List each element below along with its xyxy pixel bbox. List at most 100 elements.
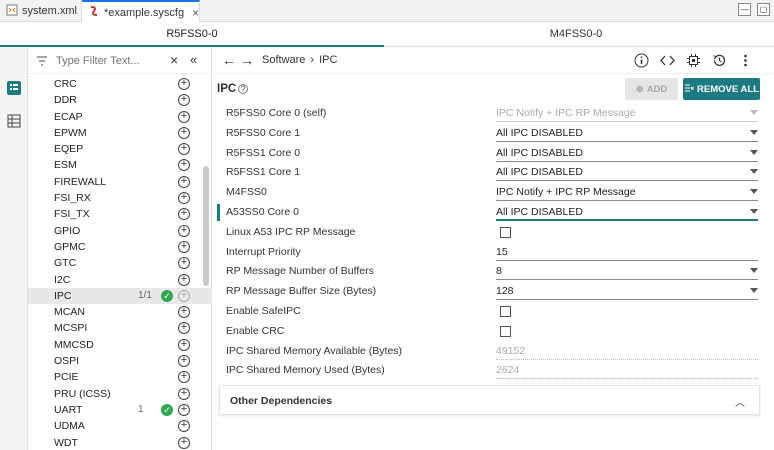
add-module-icon[interactable]: + [178, 78, 190, 90]
config-select[interactable]: 8 [496, 264, 758, 281]
add-module-icon[interactable]: + [178, 159, 190, 172]
module-list-scrollbar[interactable] [202, 76, 210, 448]
add-module-icon[interactable]: + [178, 355, 190, 368]
add-module-icon[interactable]: + [178, 143, 190, 156]
add-module-icon[interactable]: + [178, 208, 190, 221]
module-item[interactable]: EPWM + [28, 125, 212, 141]
module-item[interactable]: MMCSD + [28, 337, 212, 353]
config-row: R5FSS0 Core 1 All IPC DISABLED [212, 124, 774, 144]
context-tab-r5fss0-0[interactable]: R5FSS0-0 [0, 22, 384, 47]
context-tab-m4fss0-0[interactable]: M4FSS0-0 [384, 22, 768, 47]
module-item[interactable]: CRC + [28, 76, 212, 92]
module-item[interactable]: FSI_RX + [28, 190, 212, 206]
minimize-icon[interactable]: — [738, 3, 751, 16]
add-module-icon[interactable]: + [178, 192, 190, 205]
maximize-icon[interactable]: ▢ [757, 3, 770, 16]
chevron-up-icon[interactable]: ︿ [735, 394, 745, 409]
config-select[interactable]: IPC Notify + IPC RP Message [496, 185, 758, 202]
module-item[interactable]: ESM + [28, 157, 212, 173]
remove-all-button[interactable]: REMOVE ALL [683, 78, 760, 100]
add-module-icon[interactable]: + [178, 387, 190, 400]
table-view-icon[interactable] [6, 113, 22, 129]
activity-bar [0, 48, 28, 450]
code-view-icon[interactable] [659, 52, 676, 69]
back-arrow-icon[interactable]: ← [222, 52, 236, 68]
config-select[interactable]: All IPC DISABLED [496, 126, 758, 142]
module-name: EPWM [54, 126, 87, 139]
add-module-icon[interactable]: + [178, 273, 190, 286]
config-select[interactable]: All IPC DISABLED [496, 165, 758, 182]
select-value: 8 [496, 265, 502, 278]
config-checkbox[interactable] [500, 325, 511, 337]
add-module-icon[interactable]: + [178, 110, 190, 123]
add-module-icon[interactable]: + [178, 224, 190, 237]
module-item[interactable]: GPMC + [28, 239, 212, 255]
add-module-icon[interactable]: + [178, 338, 190, 351]
help-icon[interactable]: ? [238, 84, 249, 94]
module-item[interactable]: IPC 1/1 ✓ + [28, 287, 212, 305]
scrollbar-thumb[interactable] [203, 166, 209, 286]
config-select[interactable]: All IPC DISABLED [496, 146, 758, 162]
config-label: R5FSS1 Core 1 [226, 166, 301, 179]
config-select[interactable]: 128 [496, 284, 758, 301]
module-item[interactable]: MCAN + [28, 304, 212, 320]
add-module-icon[interactable]: + [178, 240, 190, 253]
modules-view-icon[interactable] [6, 80, 22, 96]
chip-icon[interactable] [685, 52, 702, 69]
config-checkbox[interactable] [500, 226, 511, 238]
module-name: ESM [54, 159, 77, 172]
close-icon[interactable]: × [192, 6, 199, 20]
clear-filter-icon[interactable]: × [170, 52, 178, 68]
other-dependencies-section[interactable]: Other Dependencies ︿ [219, 385, 760, 415]
remove-list-icon [684, 83, 694, 96]
module-item[interactable]: WDT + [28, 435, 212, 450]
collapse-panel-icon[interactable]: « [190, 52, 197, 67]
add-module-icon[interactable]: + [178, 420, 190, 433]
module-item[interactable]: PRU (ICSS) + [28, 386, 212, 402]
add-module-icon[interactable]: + [178, 371, 190, 384]
add-module-icon[interactable]: + [178, 94, 190, 107]
history-icon[interactable] [711, 52, 728, 69]
module-name: PRU (ICSS) [54, 387, 111, 400]
config-label: R5FSS0 Core 1 [226, 126, 301, 139]
info-icon[interactable] [633, 52, 650, 69]
add-module-icon[interactable]: + [178, 289, 190, 302]
module-item[interactable]: PCIE + [28, 369, 212, 385]
module-list: CRC + DDR + ECAP + EPWM + EQEP + ESM + FIREWALL + FSI_… [28, 76, 212, 450]
module-item[interactable]: GPIO + [28, 223, 212, 239]
module-item[interactable]: OSPI + [28, 353, 212, 369]
config-text-input[interactable]: 15 [496, 245, 758, 261]
module-item[interactable]: UART 1 ✓ + [28, 402, 212, 418]
config-checkbox[interactable] [500, 305, 511, 317]
more-options-icon[interactable] [737, 52, 754, 69]
add-button[interactable]: ⊕ ADD [625, 78, 678, 100]
add-label: ADD [646, 83, 668, 95]
add-module-icon[interactable]: + [178, 257, 190, 270]
add-module-icon[interactable]: + [178, 306, 190, 319]
add-module-icon[interactable]: + [178, 436, 190, 449]
module-item[interactable]: MCSPI + [28, 320, 212, 336]
module-name: CRC [54, 78, 77, 90]
module-item[interactable]: ECAP + [28, 109, 212, 125]
module-item[interactable]: FSI_TX + [28, 206, 212, 222]
breadcrumb-ipc: IPC [319, 54, 338, 66]
tab-system-xml[interactable]: system.xml [0, 0, 82, 22]
module-name: FSI_TX [54, 208, 90, 221]
breadcrumb-software[interactable]: Software [262, 54, 305, 66]
dropdown-arrow-icon [750, 189, 758, 195]
config-select[interactable]: All IPC DISABLED [496, 205, 758, 221]
module-item[interactable]: EQEP + [28, 141, 212, 157]
forward-arrow-icon[interactable]: → [240, 52, 254, 68]
add-module-icon[interactable]: + [178, 126, 190, 139]
module-item[interactable]: GTC + [28, 255, 212, 271]
dropdown-arrow-icon [750, 268, 758, 274]
module-item[interactable]: I2C + [28, 272, 212, 288]
module-item[interactable]: UDMA + [28, 418, 212, 434]
add-module-icon[interactable]: + [178, 403, 190, 416]
tab-example-syscfg[interactable]: *example.syscfg × [82, 0, 200, 23]
filter-input[interactable] [56, 52, 160, 70]
module-item[interactable]: FIREWALL + [28, 174, 212, 190]
add-module-icon[interactable]: + [178, 175, 190, 188]
add-module-icon[interactable]: + [178, 322, 190, 335]
module-item[interactable]: DDR + [28, 92, 212, 108]
